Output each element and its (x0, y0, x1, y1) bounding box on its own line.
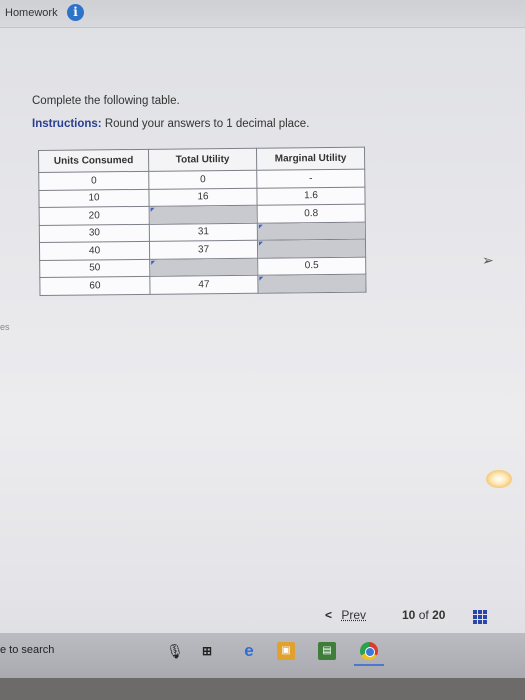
store-icon[interactable]: ▣ (277, 642, 295, 660)
side-text: es (0, 322, 10, 332)
units-cell: 10 (38, 188, 150, 208)
active-app-indicator (354, 664, 384, 666)
instructions-text: Round your answers to 1 decimal place. (104, 118, 310, 130)
total-utility-input[interactable] (149, 205, 258, 224)
table-row: 60 47 (39, 274, 367, 295)
screen-glare (486, 470, 512, 488)
total-utility-cell: 47 (149, 275, 259, 294)
table-row: 40 37 (39, 239, 366, 260)
total-pages: 20 (432, 608, 446, 622)
current-page: 10 (402, 608, 416, 622)
total-utility-cell: 0 (148, 170, 257, 189)
taskbar-search[interactable]: e to search (0, 644, 54, 656)
units-cell: 50 (39, 258, 150, 278)
units-cell: 20 (39, 206, 150, 225)
total-utility-input[interactable] (149, 257, 258, 277)
file-explorer-icon[interactable]: ▤ (318, 642, 336, 660)
page-counter: 10 of 20 (402, 608, 462, 628)
marginal-utility-cell: - (256, 169, 365, 188)
question-grid-icon[interactable] (473, 610, 487, 624)
prev-button[interactable]: < Prev (325, 608, 383, 628)
task-view-icon[interactable]: ⊞ (198, 642, 216, 660)
marginal-utility-cell: 1.6 (256, 186, 366, 206)
info-icon[interactable]: i (67, 4, 84, 21)
microphone-icon[interactable]: 🎙 (166, 642, 184, 660)
header-marginal-utility: Marginal Utility (256, 147, 365, 171)
top-bar: Homework i (0, 0, 525, 28)
units-cell: 40 (39, 241, 150, 260)
total-utility-cell: 16 (148, 187, 258, 207)
chrome-icon[interactable] (360, 642, 378, 660)
mouse-cursor-icon: ➢ (482, 252, 494, 268)
marginal-utility-cell: 0.8 (257, 204, 366, 223)
units-cell: 60 (39, 276, 151, 295)
marginal-utility-input[interactable] (257, 239, 366, 258)
units-cell: 30 (39, 223, 150, 243)
units-cell: 0 (38, 171, 149, 190)
chevron-left-icon: < (325, 608, 333, 622)
instructions: Instructions: Round your answers to 1 de… (32, 118, 309, 130)
of-label: of (418, 608, 429, 622)
header-units-consumed: Units Consumed (38, 149, 149, 173)
header-total-utility: Total Utility (148, 148, 257, 172)
marginal-utility-cell: 0.5 (257, 256, 366, 276)
taskbar (0, 633, 525, 678)
marginal-utility-input[interactable] (257, 274, 367, 293)
total-utility-cell: 37 (149, 240, 258, 259)
total-utility-cell: 31 (149, 222, 258, 242)
homework-title: Homework (5, 7, 58, 19)
prev-label: Prev (341, 608, 367, 622)
edge-browser-icon[interactable]: e (240, 642, 258, 660)
laptop-bezel (0, 678, 525, 700)
utility-table: Units Consumed Total Utility Marginal Ut… (38, 146, 367, 296)
question-prompt: Complete the following table. (32, 95, 180, 107)
marginal-utility-input[interactable] (257, 221, 366, 241)
instructions-label: Instructions: (32, 118, 102, 130)
